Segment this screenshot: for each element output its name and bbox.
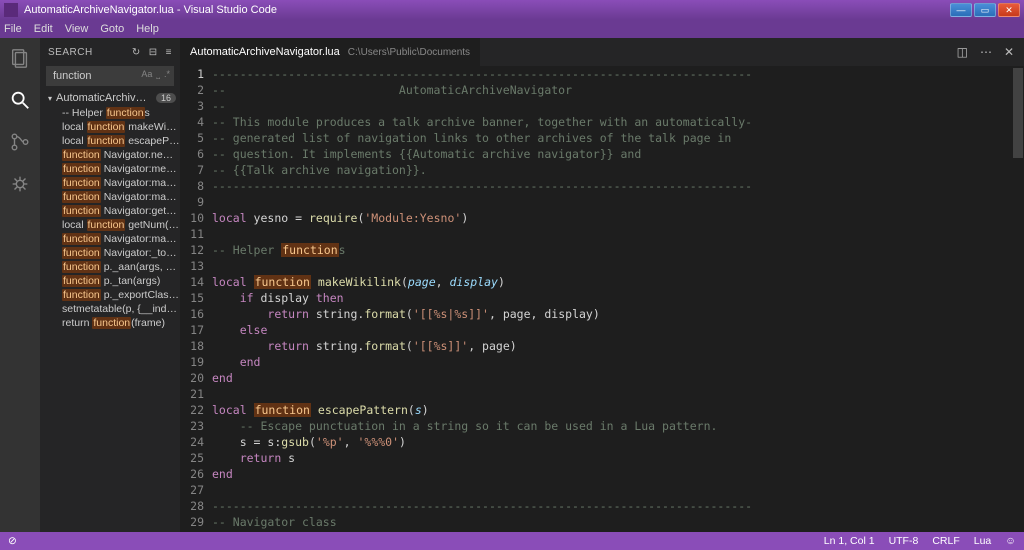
- status-bar: ⊘ Ln 1, Col 1 UTF-8 CRLF Lua ☺: [0, 532, 1024, 550]
- status-item[interactable]: CRLF: [932, 535, 959, 547]
- search-result-item[interactable]: function Navigator:_tostring(): [48, 246, 180, 260]
- window-title: AutomaticArchiveNavigator.lua - Visual S…: [24, 4, 950, 16]
- search-result-item[interactable]: local function getNum(i, curre...: [48, 218, 180, 232]
- search-result-item[interactable]: -- Helper functions: [48, 106, 180, 120]
- app-icon: [4, 3, 18, 17]
- refresh-icon[interactable]: ↻: [132, 47, 141, 58]
- code-editor[interactable]: 1234567891011121314151617181920212223242…: [180, 66, 1024, 532]
- search-results: ▾ AutomaticArchiveNavig... 16 -- Helper …: [40, 90, 180, 532]
- menu-view[interactable]: View: [65, 23, 89, 35]
- split-editor-icon[interactable]: ◫: [957, 45, 968, 59]
- close-button[interactable]: ✕: [998, 3, 1020, 17]
- minimize-button[interactable]: —: [950, 3, 972, 17]
- collapse-icon[interactable]: ≡: [166, 47, 172, 58]
- whole-word-icon[interactable]: ⎵: [156, 69, 160, 80]
- close-editor-icon[interactable]: ✕: [1004, 45, 1014, 59]
- result-file[interactable]: ▾ AutomaticArchiveNavig... 16: [48, 90, 180, 106]
- search-result-item[interactable]: function p._tan(args): [48, 274, 180, 288]
- result-file-name: AutomaticArchiveNavig...: [56, 92, 152, 104]
- search-result-item[interactable]: setmetatable(p, {__index = fu...: [48, 302, 180, 316]
- activity-bar: [0, 38, 40, 532]
- maximize-button[interactable]: ▭: [974, 3, 996, 17]
- search-result-item[interactable]: local function makeWikilink(p...: [48, 120, 180, 134]
- editor-area: AutomaticArchiveNavigator.lua C:\Users\P…: [180, 38, 1024, 532]
- menu-file[interactable]: File: [4, 23, 22, 35]
- status-item[interactable]: ☺: [1005, 535, 1016, 547]
- regex-icon[interactable]: .*: [164, 69, 170, 80]
- search-icon[interactable]: [8, 88, 32, 112]
- line-gutter: 1234567891011121314151617181920212223242…: [180, 66, 212, 532]
- window-buttons: — ▭ ✕: [950, 3, 1020, 17]
- search-result-item[interactable]: function Navigator:makeArchi...: [48, 232, 180, 246]
- status-item[interactable]: Ln 1, Col 1: [824, 535, 875, 547]
- tab-bar: AutomaticArchiveNavigator.lua C:\Users\P…: [180, 38, 1024, 66]
- status-item[interactable]: ⊘: [8, 535, 17, 547]
- search-result-item[interactable]: function p._aan(args, cfg, curr...: [48, 260, 180, 274]
- scrollbar-thumb[interactable]: [1013, 68, 1023, 158]
- explorer-icon[interactable]: [8, 46, 32, 70]
- source-control-icon[interactable]: [8, 130, 32, 154]
- search-sidebar: SEARCH ↻ ⊟ ≡ Aa ⎵ .* ▾ AutomaticArchiveN…: [40, 38, 180, 532]
- case-sensitive-icon[interactable]: Aa: [141, 69, 152, 80]
- tab-active[interactable]: AutomaticArchiveNavigator.lua C:\Users\P…: [180, 38, 480, 66]
- sidebar-title: SEARCH: [48, 47, 93, 58]
- tab-filename: AutomaticArchiveNavigator.lua: [190, 46, 340, 58]
- menu-bar: File Edit View Goto Help: [0, 20, 1024, 38]
- tab-filepath: C:\Users\Public\Documents: [348, 47, 470, 58]
- vertical-scrollbar[interactable]: [1012, 66, 1024, 532]
- search-result-item[interactable]: local function escapePattern(s): [48, 134, 180, 148]
- menu-goto[interactable]: Goto: [100, 23, 124, 35]
- menu-help[interactable]: Help: [136, 23, 159, 35]
- status-item[interactable]: UTF-8: [889, 535, 919, 547]
- search-result-item[interactable]: function Navigator:makeBlurb(): [48, 176, 180, 190]
- chevron-down-icon: ▾: [48, 94, 52, 103]
- window-titlebar: AutomaticArchiveNavigator.lua - Visual S…: [0, 0, 1024, 20]
- status-item[interactable]: Lua: [974, 535, 992, 547]
- search-result-item[interactable]: function p._exportClasses(): [48, 288, 180, 302]
- menu-edit[interactable]: Edit: [34, 23, 53, 35]
- search-result-item[interactable]: function Navigator:message(k...: [48, 162, 180, 176]
- search-result-item[interactable]: function Navigator:getArchiv...: [48, 204, 180, 218]
- search-result-item[interactable]: function Navigator.new(args, ...: [48, 148, 180, 162]
- code-text[interactable]: ----------------------------------------…: [212, 66, 1024, 532]
- clear-icon[interactable]: ⊟: [149, 47, 158, 58]
- result-count-badge: 16: [156, 93, 176, 103]
- search-result-item[interactable]: function Navigator:makeMess...: [48, 190, 180, 204]
- search-result-item[interactable]: return function(frame): [48, 316, 180, 330]
- debug-icon[interactable]: [8, 172, 32, 196]
- more-icon[interactable]: ⋯: [980, 45, 992, 59]
